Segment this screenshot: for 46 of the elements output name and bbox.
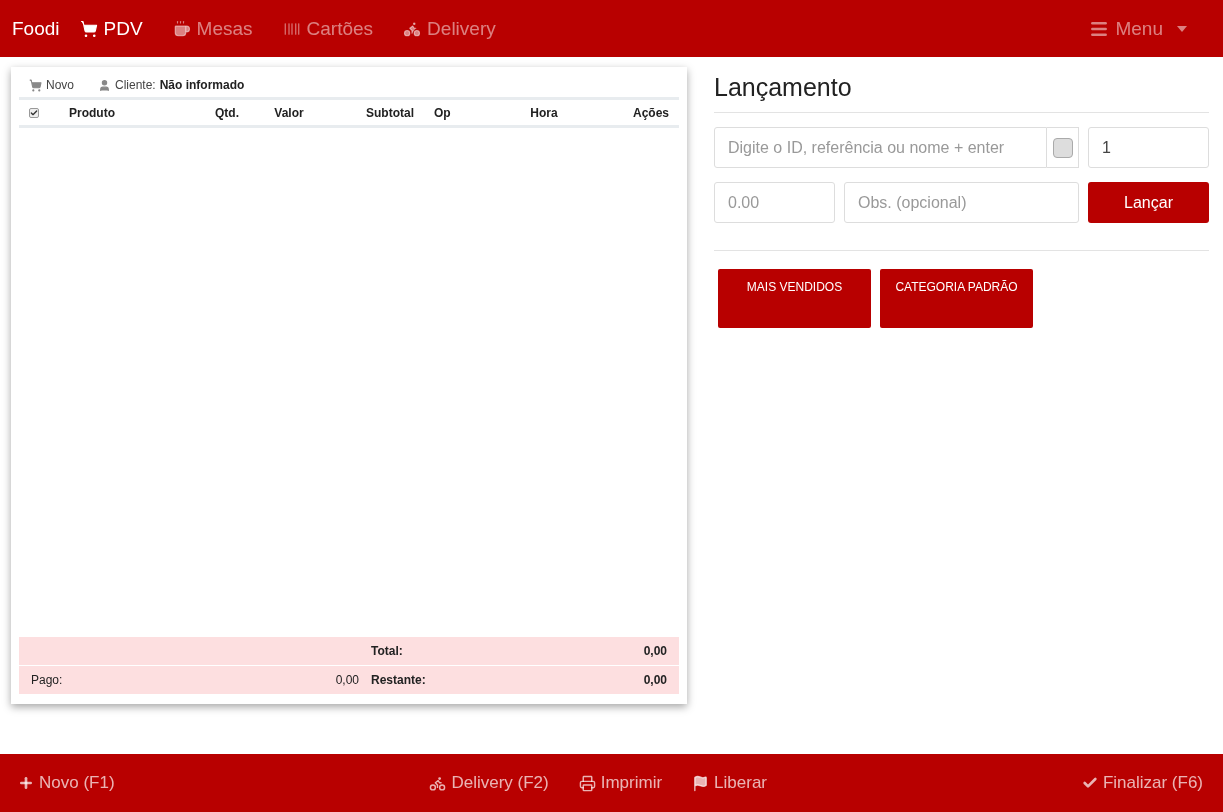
footer-button[interactable]: Liberar [692,773,768,793]
price-field[interactable]: 0.00 [714,182,835,223]
cart-icon [79,19,98,38]
client-value: Não informado [159,78,245,92]
column-header: Op [433,105,452,120]
section-title: Lançamento [714,67,1209,113]
select-all-checkbox[interactable] [29,107,39,118]
paid-value: 0,00 [335,673,359,687]
column-header: Ações [631,105,670,120]
column-header: Subtotal [365,105,415,120]
footer-button[interactable]: Imprimir [578,773,663,793]
user-icon [98,78,111,92]
total-value: 0,00 [643,644,667,658]
client-label: Cliente: [115,78,156,92]
column-header: Produto [68,105,116,120]
brand-name: Foodi [12,17,60,40]
column-header: Hora [529,105,559,120]
paid-label: Pago: [31,673,63,687]
column-header: Qtd. [214,105,240,120]
flag-icon [692,774,710,792]
footer-button[interactable]: Finalizar (F6) [1081,773,1203,793]
product-search-field[interactable]: Digite o ID, referência ou nome + enter [714,127,1047,168]
category-button[interactable]: MAIS VENDIDOS [718,269,871,328]
footer-button[interactable]: Novo (F1) [18,773,115,793]
quantity-field[interactable]: 1 [1088,127,1209,168]
column-header: Valor [273,105,305,120]
cart-icon [29,78,42,92]
submit-button[interactable]: Lançar [1088,182,1209,223]
footer-button[interactable]: Delivery (F2) [429,773,549,793]
menu-button[interactable]: Menu [1089,17,1163,40]
nav-item[interactable]: Cartões [282,17,374,40]
nav-item[interactable]: PDV [79,17,143,40]
remaining-value: 0,00 [643,673,667,687]
plus-icon [18,775,34,791]
note-field[interactable]: Obs. (opcional) [844,182,1079,223]
option-checkbox[interactable] [1052,137,1073,158]
category-button[interactable]: CATEGORIA PADRÃO [880,269,1033,328]
nav-item[interactable]: Mesas [172,17,253,40]
check-icon [1081,775,1098,791]
caret-icon [1177,25,1187,32]
nav-item[interactable]: Delivery [403,17,496,40]
remaining-label: Restante: [371,673,427,687]
printer-icon [578,774,596,792]
cup-icon [172,19,191,38]
new-order-button[interactable]: Novo [29,78,74,92]
total-label: Total: [371,644,404,658]
